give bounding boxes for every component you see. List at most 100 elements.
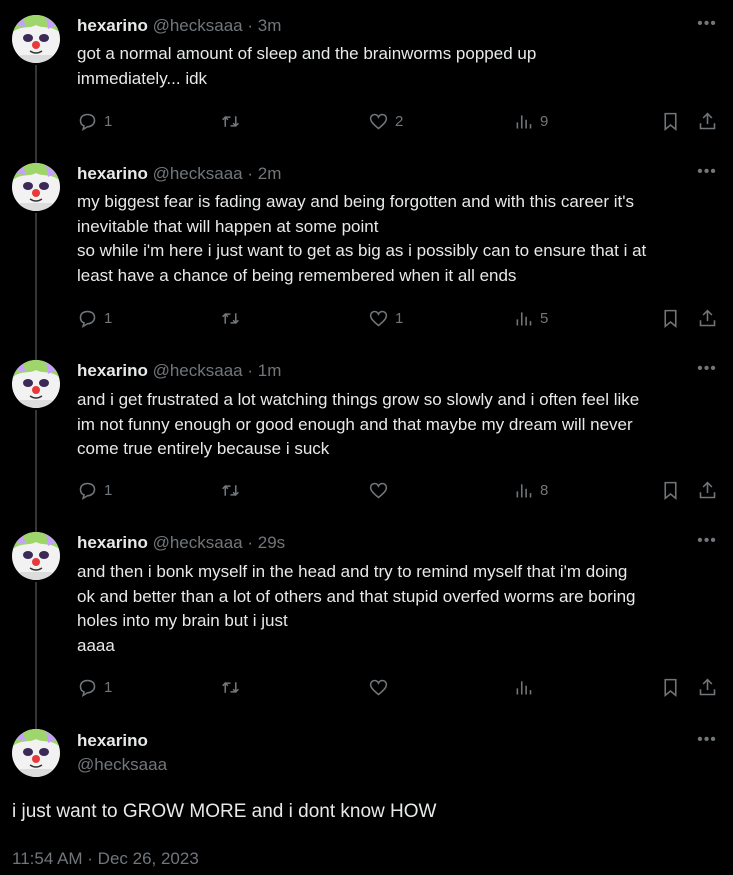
retweet-button[interactable] — [220, 109, 247, 133]
retweet-button[interactable] — [220, 306, 247, 330]
views-icon — [516, 483, 532, 497]
display-name[interactable]: hexarino — [77, 729, 167, 753]
reply-button[interactable]: 1 — [77, 109, 112, 133]
share-button[interactable] — [697, 478, 718, 502]
tweet-text: got a normal amount of sleep and the bra… — [77, 44, 537, 88]
avatar[interactable] — [12, 15, 60, 63]
display-name[interactable]: hexarino — [77, 16, 148, 35]
time[interactable]: 1m — [258, 361, 282, 380]
thread: hexarino @hecksaaa · 3m ••• got a normal… — [0, 0, 733, 875]
handle[interactable]: @hecksaaa — [153, 16, 243, 35]
like-button[interactable]: 1 — [368, 306, 403, 330]
heart-icon — [369, 310, 388, 327]
more-button[interactable]: ••• — [695, 360, 719, 382]
reply-icon — [79, 482, 96, 500]
reply-button[interactable]: 1 — [77, 306, 112, 330]
reply-button[interactable]: 1 — [77, 478, 112, 502]
time[interactable]: 3m — [258, 16, 282, 35]
tweet-text: and then i bonk myself in the head and t… — [77, 562, 636, 655]
action-bar: 1 8 — [77, 478, 719, 502]
share-button[interactable] — [697, 306, 718, 330]
share-button[interactable] — [697, 675, 718, 699]
like-button[interactable]: 2 — [368, 109, 403, 133]
time[interactable]: 2m — [258, 164, 282, 183]
avatar[interactable] — [12, 360, 60, 408]
tweet-text: and i get frustrated a lot watching thin… — [77, 390, 640, 458]
handle[interactable]: @hecksaaa — [153, 533, 243, 552]
handle[interactable]: @hecksaaa — [77, 753, 167, 777]
thread-connector-line — [35, 582, 37, 729]
reply-count: 1 — [104, 309, 113, 327]
more-button[interactable]: ••• — [695, 731, 719, 753]
display-name[interactable]: hexarino — [77, 361, 148, 380]
bookmark-button[interactable] — [660, 675, 681, 699]
heart-icon — [369, 679, 388, 696]
action-bar: 1 2 9 — [77, 109, 719, 133]
views-count: 8 — [540, 481, 549, 499]
time[interactable]: 29s — [258, 533, 285, 552]
bookmark-button[interactable] — [660, 109, 681, 133]
tweet-header: hexarino @hecksaaa · 29s — [77, 532, 693, 554]
tweet-header: hexarino @hecksaaa · 3m — [77, 15, 693, 37]
display-name[interactable]: hexarino — [77, 164, 148, 183]
share-icon — [699, 309, 716, 326]
more-icon: ••• — [697, 163, 717, 180]
views-icon — [516, 311, 532, 325]
reply-count: 1 — [104, 481, 113, 499]
more-button[interactable]: ••• — [695, 15, 719, 37]
tweet-header: hexarino @hecksaaa — [77, 729, 167, 777]
more-icon: ••• — [697, 15, 717, 32]
action-bar: 1 — [77, 675, 719, 699]
retweet-button[interactable] — [220, 675, 247, 699]
bookmark-icon — [664, 309, 677, 328]
retweet-button[interactable] — [220, 478, 247, 502]
more-button[interactable]: ••• — [695, 163, 719, 185]
separator: · — [247, 361, 258, 380]
avatar-image — [12, 532, 60, 580]
share-button[interactable] — [697, 109, 718, 133]
thread-connector-line — [35, 213, 37, 360]
separator: · — [247, 164, 258, 183]
separator: · — [247, 16, 258, 35]
views-button[interactable]: 5 — [513, 306, 548, 330]
reply-button[interactable]: 1 — [77, 675, 112, 699]
reply-icon — [79, 310, 96, 328]
bookmark-icon — [664, 112, 677, 131]
reply-icon — [79, 113, 96, 131]
avatar-image — [12, 163, 60, 211]
views-button[interactable]: 9 — [513, 109, 548, 133]
more-button[interactable]: ••• — [695, 532, 719, 554]
share-icon — [699, 481, 716, 498]
avatar[interactable] — [12, 729, 60, 777]
avatar[interactable] — [12, 532, 60, 580]
thread-connector-line — [35, 410, 37, 532]
views-button[interactable]: 8 — [513, 478, 548, 502]
like-button[interactable] — [368, 478, 395, 502]
handle[interactable]: @hecksaaa — [153, 164, 243, 183]
more-icon: ••• — [697, 532, 717, 549]
reply-icon — [79, 679, 96, 697]
bookmark-icon — [664, 481, 677, 500]
tweet-text: i just want to GROW MORE and i dont know… — [12, 801, 437, 822]
views-count: 5 — [540, 309, 549, 327]
tweet-header: hexarino @hecksaaa · 1m — [77, 360, 693, 382]
tweet-header: hexarino @hecksaaa · 2m — [77, 163, 693, 185]
display-name[interactable]: hexarino — [77, 533, 148, 552]
share-icon — [699, 678, 716, 695]
like-button[interactable] — [368, 675, 395, 699]
views-button[interactable] — [513, 675, 540, 699]
tweet-text: my biggest fear is fading away and being… — [77, 192, 647, 285]
timestamp[interactable]: 11:54 AM · Dec 26, 2023 — [12, 849, 199, 869]
bookmark-button[interactable] — [660, 478, 681, 502]
bookmark-button[interactable] — [660, 306, 681, 330]
avatar-image — [12, 360, 60, 408]
views-count: 9 — [540, 112, 549, 130]
thread-connector-line — [35, 65, 37, 163]
more-icon: ••• — [697, 731, 717, 748]
views-icon — [516, 114, 532, 128]
reply-count: 1 — [104, 678, 113, 696]
avatar[interactable] — [12, 163, 60, 211]
retweet-icon — [222, 484, 239, 496]
handle[interactable]: @hecksaaa — [153, 361, 243, 380]
separator: · — [247, 533, 258, 552]
